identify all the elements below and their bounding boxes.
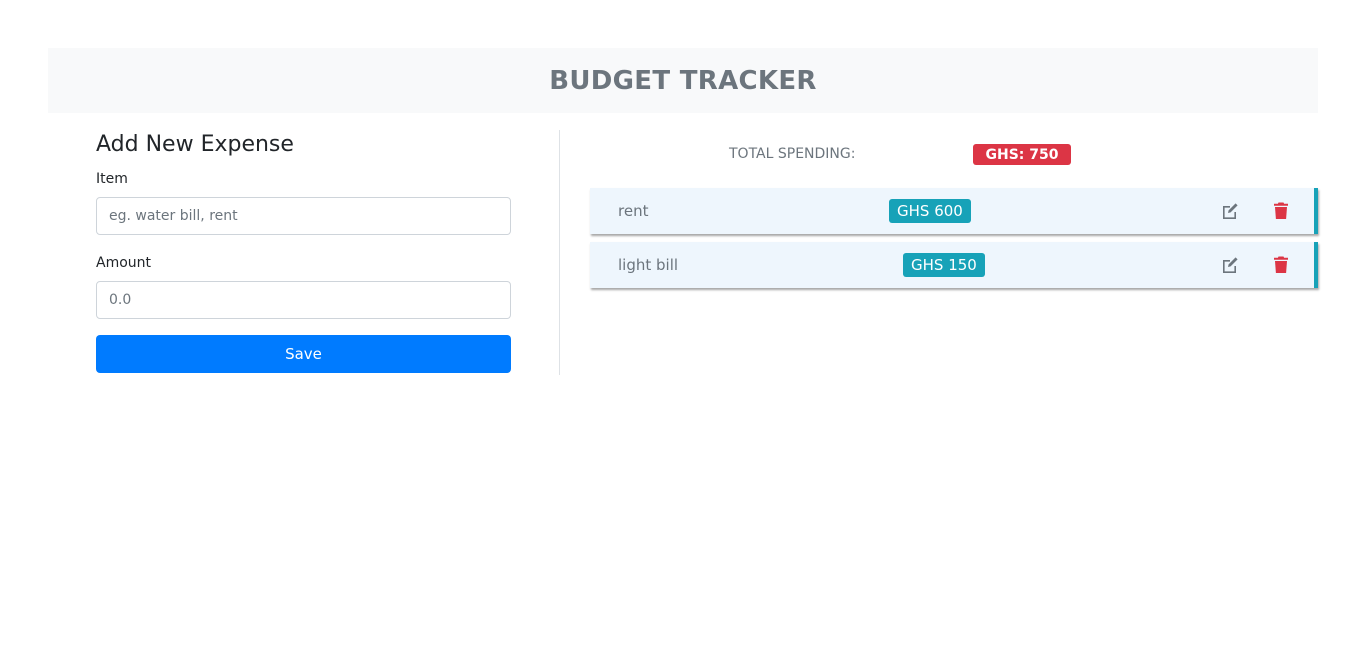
- item-input[interactable]: [96, 197, 511, 235]
- expense-list: rent GHS 600 light bill GHS 150: [590, 188, 1318, 296]
- total-spending-label: TOTAL SPENDING:: [729, 146, 856, 162]
- form-title: Add New Expense: [96, 132, 294, 157]
- total-spending-row: TOTAL SPENDING: GHS: 750: [590, 144, 1318, 166]
- column-divider: [559, 130, 560, 375]
- expense-amount-badge: GHS 150: [903, 253, 985, 277]
- total-spending-badge: GHS: 750: [973, 144, 1071, 165]
- item-label: Item: [96, 171, 128, 187]
- edit-icon[interactable]: [1220, 201, 1240, 221]
- amount-input[interactable]: [96, 281, 511, 319]
- expense-amount-badge: GHS 600: [889, 199, 971, 223]
- expense-item: light bill GHS 150: [590, 242, 1318, 288]
- expense-item: rent GHS 600: [590, 188, 1318, 234]
- header-bar: BUDGET TRACKER: [48, 48, 1318, 113]
- trash-icon[interactable]: [1271, 201, 1291, 221]
- page-title: BUDGET TRACKER: [549, 65, 817, 96]
- edit-icon[interactable]: [1220, 255, 1240, 275]
- expense-name: rent: [618, 202, 649, 220]
- amount-label: Amount: [96, 255, 152, 271]
- save-button[interactable]: Save: [96, 335, 511, 373]
- add-expense-form: Add New Expense Item Amount Save: [96, 130, 511, 373]
- expense-name: light bill: [618, 256, 679, 274]
- trash-icon[interactable]: [1271, 255, 1291, 275]
